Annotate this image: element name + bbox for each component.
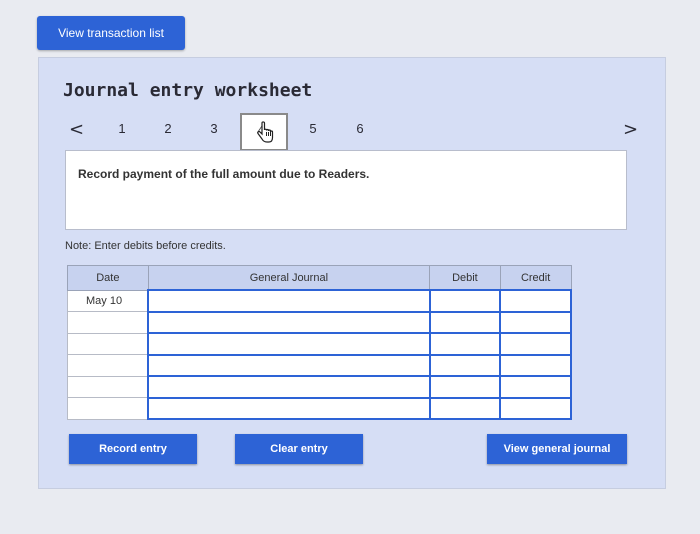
date-cell	[67, 397, 149, 420]
table-row	[67, 353, 572, 377]
instruction-box: Record payment of the full amount due to…	[65, 150, 627, 230]
prev-page-button[interactable]: <	[63, 118, 90, 141]
debit-credit-note: Note: Enter debits before credits.	[65, 240, 226, 252]
page-3[interactable]: 3	[203, 121, 225, 136]
table-row	[67, 332, 572, 356]
account-input[interactable]	[147, 353, 431, 377]
instruction-text: Record payment of the full amount due to…	[78, 167, 370, 181]
debit-input[interactable]	[428, 310, 502, 334]
date-cell	[67, 332, 149, 355]
record-entry-button[interactable]: Record entry	[69, 434, 197, 464]
page-5[interactable]: 5	[302, 121, 324, 136]
journal-entry-worksheet-panel: Journal entry worksheet < 1 2 3 4 5 6 > …	[38, 57, 666, 489]
view-general-journal-button[interactable]: View general journal	[487, 434, 627, 464]
next-page-button[interactable]: >	[617, 118, 644, 141]
view-transaction-list-button[interactable]: View transaction list	[37, 16, 185, 50]
credit-input[interactable]	[499, 332, 572, 356]
journal-table: Date General Journal Debit Credit May 10	[67, 265, 572, 420]
date-cell	[67, 311, 149, 334]
credit-header: Credit	[499, 265, 572, 291]
general-journal-header: General Journal	[147, 265, 431, 291]
account-input[interactable]	[147, 375, 431, 399]
table-row	[67, 396, 572, 420]
account-input[interactable]	[147, 332, 431, 356]
date-cell	[67, 375, 149, 398]
page-1[interactable]: 1	[111, 121, 133, 136]
date-header: Date	[67, 265, 149, 291]
account-input[interactable]	[147, 310, 431, 334]
account-input[interactable]	[147, 289, 431, 313]
debit-input[interactable]	[428, 375, 502, 399]
credit-input[interactable]	[499, 396, 572, 420]
credit-input[interactable]	[499, 353, 572, 377]
credit-input[interactable]	[499, 289, 572, 313]
debit-input[interactable]	[428, 289, 502, 313]
clear-entry-button[interactable]: Clear entry	[235, 434, 363, 464]
date-cell	[67, 354, 149, 377]
debit-input[interactable]	[428, 353, 502, 377]
debit-header: Debit	[429, 265, 501, 291]
account-input[interactable]	[147, 396, 431, 420]
page-2[interactable]: 2	[157, 121, 179, 136]
page-6[interactable]: 6	[349, 121, 371, 136]
worksheet-title: Journal entry worksheet	[63, 80, 313, 101]
debit-input[interactable]	[428, 332, 502, 356]
credit-input[interactable]	[499, 310, 572, 334]
page-4-active[interactable]: 4	[240, 113, 288, 151]
table-row: May 10	[67, 289, 572, 313]
hand-pointer-icon	[257, 121, 274, 143]
table-row	[67, 310, 572, 334]
table-row	[67, 375, 572, 399]
date-cell: May 10	[67, 289, 149, 312]
credit-input[interactable]	[499, 375, 572, 399]
debit-input[interactable]	[428, 396, 502, 420]
worksheet-pager: < 1 2 3 4 5 6 >	[39, 113, 665, 151]
